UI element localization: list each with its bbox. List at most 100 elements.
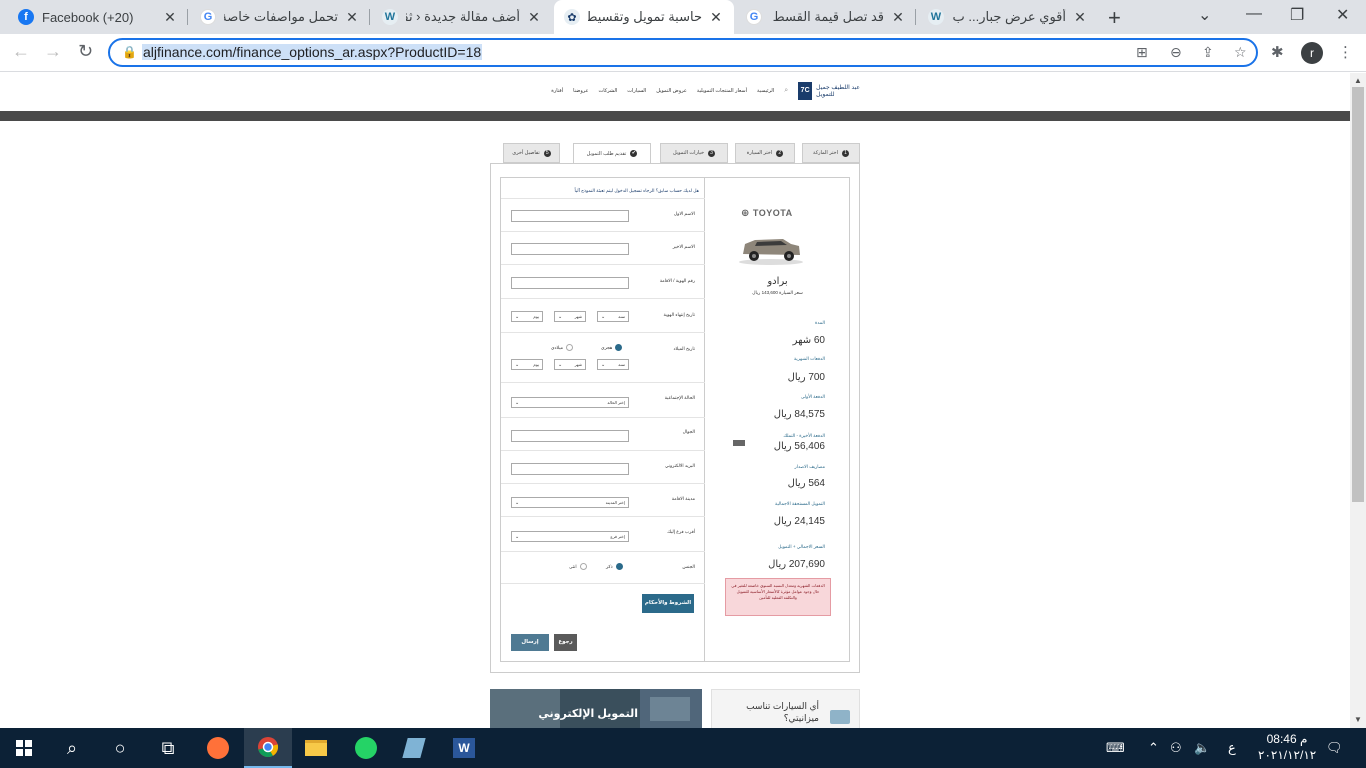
nav-companies[interactable]: الشركات	[599, 88, 618, 94]
close-tab-icon[interactable]: ✕	[1072, 9, 1088, 26]
money-stack-icon	[830, 710, 850, 724]
start-button[interactable]	[0, 728, 48, 768]
first-name-input[interactable]	[511, 210, 629, 222]
step-finance-options[interactable]: خيارات التمويل 3	[660, 143, 728, 163]
nav-home[interactable]: الرئيسية	[757, 88, 774, 94]
tab-google-1[interactable]: G تحمل مواصفات خاصة ✕	[190, 0, 370, 34]
new-tab-button[interactable]: +	[1108, 5, 1121, 31]
chrome-taskbar-button[interactable]	[244, 728, 292, 768]
step-other-details[interactable]: تفاصيل أخرى 5	[503, 143, 560, 163]
wordpress-icon: W	[928, 9, 944, 25]
close-tab-icon[interactable]: ✕	[890, 9, 906, 26]
hijri-radio[interactable]: هجري	[601, 344, 623, 351]
show-hidden-icons[interactable]: ⌃	[1148, 728, 1159, 768]
site-logo[interactable]: 7C عبد اللطيف جميل للتمويل	[798, 82, 860, 100]
close-tab-icon[interactable]: ✕	[162, 9, 178, 26]
login-hint[interactable]: هل لديك حساب سابق؟ الرجاء تسجيل الدخول ل…	[509, 188, 699, 194]
down-payment-value: 84,575 ريال	[773, 409, 825, 420]
reload-icon[interactable]: ↻	[78, 41, 93, 62]
car-price: سعر السيارة 143,600 ريال	[752, 290, 803, 295]
steps-bar: اختر الماركة 1 اختر السيارة 2 خيارات الت…	[503, 143, 860, 164]
app-taskbar-button[interactable]	[390, 728, 438, 768]
browser-toolbar: ← → ↻ 🔒 aljfinance.com/finance_options_a…	[0, 34, 1366, 72]
search-icon[interactable]: ⌕	[784, 87, 788, 95]
tab-wordpress-2[interactable]: W أقوي عرض جبار... ب 00 ✕	[918, 0, 1098, 34]
birth-day-select[interactable]: يوم ⌄	[511, 359, 543, 370]
menu-icon[interactable]: ⋮	[1338, 43, 1353, 61]
firefox-taskbar-button[interactable]	[194, 728, 242, 768]
budget-cars-banner[interactable]: أي السيارات تناسب ميزانيتي؟	[711, 689, 860, 728]
info-tag-icon[interactable]	[733, 440, 745, 446]
city-select[interactable]: إختر المدينة ⌄	[511, 497, 629, 508]
id-expiry-month-select[interactable]: شهر ⌄	[554, 311, 586, 322]
forward-icon[interactable]: →	[44, 41, 62, 62]
scroll-down-icon[interactable]: ▼	[1354, 715, 1362, 724]
facebook-icon: f	[18, 9, 34, 25]
branch-select[interactable]: إختر فرع ⌄	[511, 531, 629, 542]
last-name-input[interactable]	[511, 243, 629, 255]
close-tab-icon[interactable]: ✕	[708, 9, 724, 26]
share-icon[interactable]: ⇪	[1202, 44, 1214, 61]
scroll-up-icon[interactable]: ▲	[1354, 76, 1362, 85]
tab-search-icon[interactable]: ⌄	[1198, 5, 1211, 25]
task-view-button[interactable]: ⧉	[144, 728, 192, 768]
volume-icon[interactable]: 🔈	[1194, 728, 1210, 768]
back-icon[interactable]: ←	[12, 41, 30, 62]
notifications-icon[interactable]: 🗨	[1326, 728, 1343, 768]
input-language[interactable]: ع	[1228, 728, 1236, 768]
tab-wordpress-1[interactable]: W أضف مقالة جديدة ‹ ثقف ✕	[372, 0, 552, 34]
tab-google-2[interactable]: G قد تصل قيمة القسط • ✕	[736, 0, 916, 34]
whatsapp-taskbar-button[interactable]	[342, 728, 390, 768]
online-finance-banner[interactable]: التمويل الإلكتروني	[490, 689, 702, 728]
nav-our-offers[interactable]: عروضنا	[573, 88, 588, 94]
step-choose-car[interactable]: اختر السيارة 2	[735, 143, 795, 163]
mobile-input[interactable]	[511, 430, 629, 442]
female-radio[interactable]: انثى	[569, 563, 587, 570]
id-expiry-year-select[interactable]: سنة ⌄	[597, 311, 629, 322]
lock-icon[interactable]: 🔒	[122, 45, 137, 59]
page-content: 7C عبد اللطيف جميل للتمويل ⌕ الرئيسية أس…	[0, 73, 1350, 728]
step-choose-brand[interactable]: اختر الماركة 1	[802, 143, 860, 163]
clock[interactable]: 08:46 م ٢٠٢١/١٢/١٢	[1258, 731, 1316, 763]
marital-status-select[interactable]: إختر الحالة ⌄	[511, 397, 629, 408]
id-number-input[interactable]	[511, 277, 629, 289]
avatar[interactable]: r	[1301, 42, 1323, 64]
network-icon[interactable]: ⚇	[1170, 728, 1182, 768]
email-input[interactable]	[511, 463, 629, 475]
tab-finance-calculator[interactable]: ✿ حاسبة تمويل وتقسيط ا ✕	[554, 0, 734, 34]
bookmark-star-icon[interactable]: ☆	[1234, 44, 1247, 61]
gregorian-radio[interactable]: ميلادي	[551, 344, 573, 351]
nav-cars[interactable]: السيارات	[627, 88, 646, 94]
terms-button[interactable]: الشروط والأحكام	[642, 594, 694, 613]
nav-prices[interactable]: أسعار المنتجات التمويلية	[697, 88, 747, 94]
file-explorer-taskbar-button[interactable]	[292, 728, 340, 768]
male-radio[interactable]: ذكر	[606, 563, 623, 570]
search-button[interactable]: ⌕	[48, 728, 96, 768]
birth-month-select[interactable]: شهر ⌄	[554, 359, 586, 370]
birth-year-select[interactable]: سنة ⌄	[597, 359, 629, 370]
scroll-thumb[interactable]	[1352, 87, 1364, 502]
google-icon: G	[200, 9, 216, 25]
back-button[interactable]: رجوع	[554, 634, 577, 651]
id-expiry-day-select[interactable]: يوم ⌄	[511, 311, 543, 322]
toyota-emblem-icon: ⊕	[741, 208, 750, 219]
step-apply[interactable]: تقديم طلب التمويل ✔	[573, 143, 651, 164]
cortana-button[interactable]: ○	[96, 728, 144, 768]
translate-icon[interactable]: ⊞	[1136, 44, 1148, 61]
submit-button[interactable]: إرسال	[511, 634, 549, 651]
tab-facebook[interactable]: f Facebook (+20) ✕	[8, 0, 188, 34]
zoom-icon[interactable]: ⊖	[1170, 44, 1182, 61]
nav-more[interactable]: أفتارة	[551, 88, 563, 94]
extensions-icon[interactable]: ✱	[1271, 43, 1284, 61]
word-taskbar-button[interactable]: W	[440, 728, 488, 768]
url-text[interactable]: aljfinance.com/finance_options_ar.aspx?P…	[142, 44, 483, 60]
close-window-icon[interactable]: ✕	[1336, 5, 1349, 25]
close-tab-icon[interactable]: ✕	[344, 9, 360, 26]
page-scrollbar[interactable]: ▲ ▼	[1350, 73, 1366, 728]
minimize-icon[interactable]: —	[1246, 5, 1262, 23]
close-tab-icon[interactable]: ✕	[526, 9, 542, 26]
keyboard-layout-icon[interactable]: ⌨	[1106, 728, 1125, 768]
address-bar[interactable]: 🔒 aljfinance.com/finance_options_ar.aspx…	[108, 38, 1258, 67]
nav-offers[interactable]: عروض التمويل	[656, 88, 687, 94]
restore-icon[interactable]: ❐	[1290, 5, 1304, 25]
